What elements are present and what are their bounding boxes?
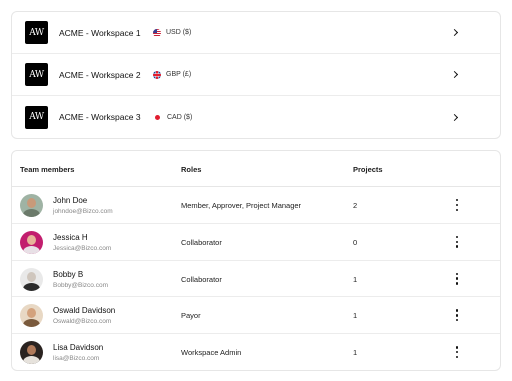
- member-roles: Payor: [181, 311, 201, 321]
- member-name: John Doe: [53, 196, 88, 205]
- workspace-name: ACME - Workspace 3: [59, 112, 141, 122]
- more-vertical-icon[interactable]: [453, 272, 461, 285]
- more-vertical-icon[interactable]: [453, 199, 461, 211]
- workspace-logo: AW: [25, 105, 48, 129]
- member-roles: Workspace Admin: [181, 348, 242, 358]
- member-email: Jessica@Bizco.com: [53, 244, 112, 252]
- member-email: lisa@Bizco.com: [53, 355, 100, 363]
- workspace-row[interactable]: AW ACME - Workspace 2 GBP (£): [12, 54, 500, 96]
- member-projects: 1: [353, 274, 358, 284]
- member-roles: Member, Approver, Project Manager: [181, 201, 302, 210]
- member-name: Jessica H: [53, 232, 88, 242]
- avatar: [20, 194, 43, 217]
- more-vertical-icon[interactable]: [453, 235, 461, 248]
- member-name: Lisa Davidson: [53, 343, 104, 353]
- currency-label: GBP (£): [166, 71, 192, 78]
- workspace-row[interactable]: AW ACME - Workspace 1 USD ($): [12, 12, 500, 54]
- table-header: Team members Roles Projects: [12, 151, 500, 187]
- avatar: [20, 267, 43, 291]
- table-row: Bobby B Bobby@Bizco.com Collaborator 1: [12, 261, 500, 298]
- uk-flag-icon: [153, 70, 161, 79]
- member-projects: 1: [353, 311, 358, 321]
- table-row: Lisa Davidson lisa@Bizco.com Workspace A…: [12, 334, 500, 370]
- table-row: Jessica H Jessica@Bizco.com Collaborator…: [12, 224, 500, 261]
- column-header-roles: Roles: [181, 164, 202, 174]
- member-projects: 2: [353, 201, 358, 210]
- workspace-logo: AW: [25, 63, 48, 86]
- member-name: Bobby B: [53, 269, 84, 279]
- chevron-right-icon[interactable]: [450, 28, 459, 37]
- currency-label: USD ($): [166, 29, 192, 36]
- member-projects: 1: [353, 348, 358, 358]
- workspace-currency: GBP (£): [153, 70, 192, 79]
- workspace-currency: CAD ($): [153, 114, 192, 121]
- avatar: [20, 304, 43, 328]
- member-email: Bobby@Bizco.com: [53, 281, 109, 289]
- ca-flag-icon: [155, 114, 160, 120]
- avatar: [20, 341, 43, 365]
- chevron-right-icon[interactable]: [450, 70, 459, 79]
- chevron-right-icon[interactable]: [450, 113, 459, 121]
- member-name: Oswald Davidson: [53, 306, 116, 316]
- workspaces-card: AW ACME - Workspace 1 USD ($) AW ACME - …: [11, 11, 501, 139]
- workspace-logo: AW: [25, 21, 48, 44]
- workspace-name: ACME - Workspace 2: [59, 69, 141, 80]
- us-flag-icon: [153, 28, 161, 37]
- workspace-name: ACME - Workspace 1: [59, 27, 141, 38]
- currency-label: CAD ($): [167, 113, 193, 121]
- team-members-card: Team members Roles Projects John Doe joh…: [11, 150, 501, 371]
- member-email: johndoe@Bizco.com: [53, 208, 113, 215]
- member-email: Oswald@Bizco.com: [53, 318, 112, 326]
- avatar: [20, 230, 43, 254]
- workspace-row[interactable]: AW ACME - Workspace 3 CAD ($): [12, 96, 500, 138]
- column-header-projects: Projects: [353, 164, 383, 174]
- more-vertical-icon[interactable]: [453, 309, 461, 322]
- workspace-currency: USD ($): [153, 28, 192, 37]
- member-roles: Collaborator: [181, 274, 222, 284]
- more-vertical-icon[interactable]: [453, 346, 461, 359]
- table-row: John Doe johndoe@Bizco.com Member, Appro…: [12, 187, 500, 224]
- table-row: Oswald Davidson Oswald@Bizco.com Payor 1: [12, 297, 500, 335]
- column-header-members: Team members: [20, 164, 75, 174]
- member-roles: Collaborator: [181, 237, 222, 247]
- member-projects: 0: [353, 237, 358, 247]
